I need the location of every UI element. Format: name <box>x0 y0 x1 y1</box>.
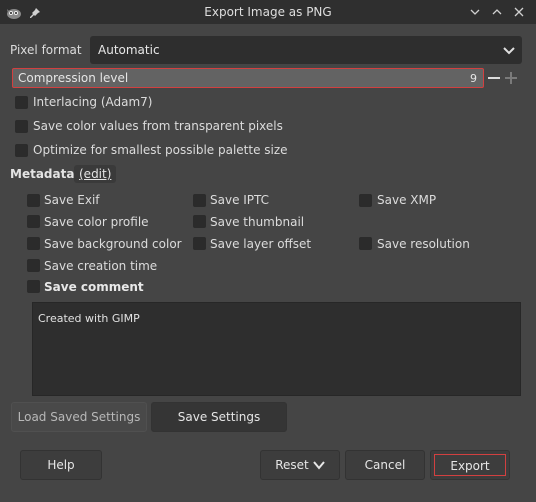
cancel-button[interactable]: Cancel <box>345 450 425 480</box>
save-transparent-values-label: Save color values from transparent pixel… <box>33 119 283 133</box>
save-settings-button[interactable]: Save Settings <box>151 402 287 432</box>
interlacing-label: Interlacing (Adam7) <box>33 95 153 109</box>
optimize-palette-label: Optimize for smallest possible palette s… <box>33 143 288 157</box>
compression-level-slider[interactable]: Compression level 9 <box>12 68 484 88</box>
chevron-down-icon <box>312 452 325 480</box>
comment-text: Created with GIMP <box>38 312 140 325</box>
title-bar: Export Image as PNG <box>0 0 536 24</box>
save-resolution-label: Save resolution <box>377 237 470 251</box>
save-iptc-label: Save IPTC <box>210 193 270 207</box>
save-iptc-checkbox[interactable] <box>193 194 206 207</box>
save-exif-label: Save Exif <box>44 193 100 207</box>
save-resolution-checkbox[interactable] <box>359 237 372 250</box>
pixel-format-label: Pixel format <box>10 43 82 57</box>
save-background-color-checkbox[interactable] <box>27 237 40 250</box>
minus-icon <box>488 77 500 79</box>
save-xmp-checkbox[interactable] <box>359 194 372 207</box>
reset-button-label: Reset <box>275 458 309 472</box>
minimize-icon[interactable] <box>466 0 484 24</box>
save-xmp-label: Save XMP <box>377 193 437 207</box>
decrease-button[interactable] <box>487 70 501 86</box>
chevron-down-icon <box>502 40 516 60</box>
pixel-format-value: Automatic <box>98 43 160 57</box>
export-button-label: Export <box>434 454 506 476</box>
compression-level-value: 9 <box>470 72 477 85</box>
optimize-palette-checkbox[interactable] <box>15 144 28 157</box>
save-creation-time-label: Save creation time <box>44 259 158 273</box>
close-icon[interactable] <box>510 0 528 24</box>
save-background-color-label: Save background color <box>44 237 182 251</box>
load-saved-settings-button[interactable]: Load Saved Settings <box>11 402 147 432</box>
reset-button[interactable]: Reset <box>260 450 340 480</box>
save-color-profile-label: Save color profile <box>44 215 149 229</box>
metadata-heading: Metadata <box>10 167 75 181</box>
save-comment-checkbox[interactable] <box>27 280 40 293</box>
save-thumbnail-label: Save thumbnail <box>210 215 305 229</box>
metadata-edit-button[interactable]: (edit) <box>74 165 117 183</box>
help-button[interactable]: Help <box>20 450 102 480</box>
window-title: Export Image as PNG <box>204 5 332 19</box>
compression-level-label: Compression level <box>18 71 129 85</box>
comment-textarea[interactable]: Created with GIMP <box>32 302 521 396</box>
export-button[interactable]: Export <box>430 450 510 480</box>
save-thumbnail-checkbox[interactable] <box>193 215 206 228</box>
pixel-format-dropdown[interactable]: Automatic <box>90 36 522 64</box>
increase-button[interactable] <box>504 70 518 86</box>
save-layer-offset-checkbox[interactable] <box>193 237 206 250</box>
save-comment-label: Save comment <box>44 280 144 294</box>
maximize-icon[interactable] <box>488 0 506 24</box>
save-exif-checkbox[interactable] <box>27 194 40 207</box>
save-color-profile-checkbox[interactable] <box>27 215 40 228</box>
save-layer-offset-label: Save layer offset <box>210 237 312 251</box>
save-creation-time-checkbox[interactable] <box>27 259 40 272</box>
save-transparent-values-checkbox[interactable] <box>15 120 28 133</box>
interlacing-checkbox[interactable] <box>15 96 28 109</box>
